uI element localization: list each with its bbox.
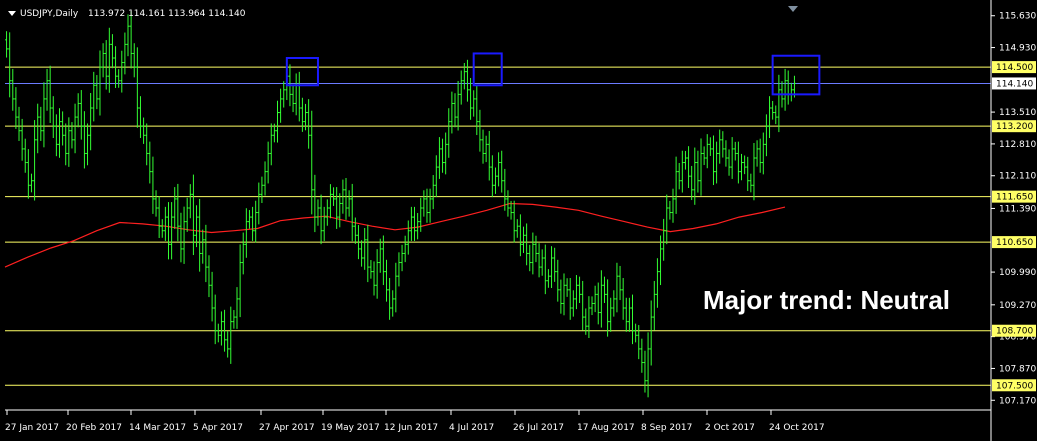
x-tick-label: 27 Apr 2017 bbox=[259, 423, 315, 433]
x-tick-label: 4 Jul 2017 bbox=[449, 423, 494, 433]
y-tick-label: 109.990 bbox=[999, 268, 1036, 278]
x-tick-label: 2 Oct 2017 bbox=[705, 423, 755, 433]
current-price-tag-label: 114.140 bbox=[996, 79, 1033, 89]
ohlc-readout: 113.972 114.161 113.964 114.140 bbox=[88, 9, 246, 19]
x-tick-label: 19 May 2017 bbox=[321, 423, 380, 433]
level-tag-label: 110.650 bbox=[996, 238, 1033, 248]
y-tick-label: 107.870 bbox=[999, 364, 1036, 374]
level-tag-label: 111.650 bbox=[996, 193, 1033, 203]
y-tick-label: 112.110 bbox=[999, 172, 1036, 182]
level-tag-label: 108.700 bbox=[996, 327, 1033, 337]
y-tick-label: 112.810 bbox=[999, 140, 1036, 150]
x-tick-label: 24 Oct 2017 bbox=[769, 423, 825, 433]
x-tick-label: 14 Mar 2017 bbox=[129, 423, 186, 433]
x-tick-label: 27 Jan 2017 bbox=[5, 423, 59, 433]
chart: 115.630 114.930 113.510 112.810 112.110 111.3… bbox=[0, 0, 1037, 441]
level-tag-label: 113.200 bbox=[996, 122, 1033, 132]
chart-background bbox=[0, 0, 1037, 441]
level-tag-label: 107.500 bbox=[996, 381, 1033, 391]
level-tag-label: 114.500 bbox=[996, 63, 1033, 73]
x-tick-label: 8 Sep 2017 bbox=[641, 423, 692, 433]
y-tick-label: 111.390 bbox=[999, 204, 1036, 214]
symbol-label: USDJPY,Daily bbox=[20, 9, 79, 19]
x-tick-label: 5 Apr 2017 bbox=[193, 423, 243, 433]
y-tick-label: 109.270 bbox=[999, 301, 1036, 311]
x-tick-label: 26 Jul 2017 bbox=[513, 423, 564, 433]
y-tick-label: 113.510 bbox=[999, 108, 1036, 118]
x-tick-label: 20 Feb 2017 bbox=[66, 423, 122, 433]
x-tick-label: 17 Aug 2017 bbox=[577, 423, 635, 433]
trend-annotation: Major trend: Neutral bbox=[703, 285, 950, 315]
y-tick-label: 107.170 bbox=[999, 396, 1036, 406]
x-tick-label: 12 Jun 2017 bbox=[384, 423, 438, 433]
y-tick-label: 114.930 bbox=[999, 44, 1036, 54]
y-tick-label: 115.630 bbox=[999, 12, 1036, 22]
